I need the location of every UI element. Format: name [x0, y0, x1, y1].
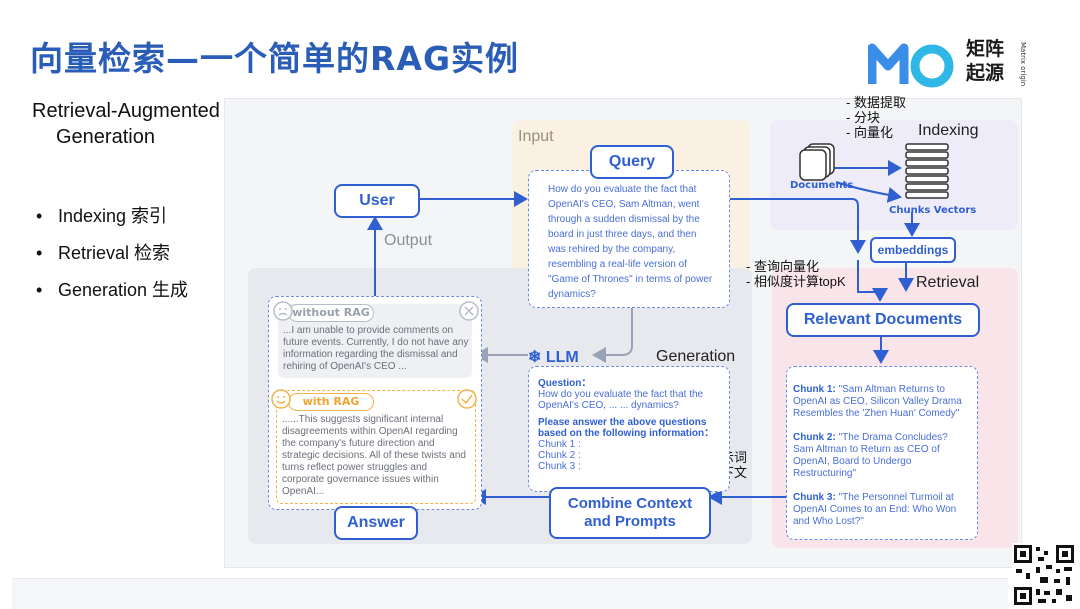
without-rag-badge: without RAG	[288, 304, 374, 322]
smile-face-icon	[271, 389, 291, 409]
user-node: User	[334, 184, 420, 218]
prompt-chunk-slot: Chunk 2 :	[538, 450, 581, 461]
without-rag-text: ...I am unable to provide comments on fu…	[283, 325, 469, 372]
prompt-instruction: Please answer the above questions based …	[538, 417, 715, 439]
qr-code-icon	[1012, 543, 1076, 607]
chunk-item: Chunk 2: "The Drama Concludes? Sam Altma…	[793, 432, 948, 479]
prompt-chunk-slot: Chunk 3 :	[538, 461, 581, 472]
combine-context-node: Combine Context and Prompts	[549, 487, 711, 539]
prompt-text: Question： How do you evaluate the fact t…	[538, 378, 720, 472]
x-circle-icon	[459, 301, 479, 321]
sad-face-icon	[273, 301, 293, 321]
retrieval-notes: - 查询向量化 - 相似度计算topK	[746, 259, 846, 289]
relevant-documents-node: Relevant Documents	[786, 303, 980, 337]
retrieved-chunks-list: Chunk 1: "Sam Altman Returns to OpenAI a…	[793, 384, 971, 540]
prompt-chunk-slot: Chunk 1 :	[538, 439, 581, 450]
check-circle-icon	[457, 389, 477, 409]
answer-node: Answer	[334, 506, 418, 540]
chunks-vectors-label: Chunks Vectors	[889, 205, 977, 216]
snowflake-icon: ❄	[528, 349, 542, 366]
embeddings-node: embeddings	[870, 237, 956, 263]
prompt-question-text: How do you evaluate the fact that the Op…	[538, 389, 704, 411]
query-text: How do you evaluate the fact that OpenAI…	[548, 184, 713, 300]
documents-label: Documents	[790, 180, 854, 191]
chunk-item: Chunk 1: "Sam Altman Returns to OpenAI a…	[793, 384, 962, 419]
llm-node: ❄ LLM	[528, 349, 579, 366]
bottom-bar	[12, 578, 1008, 609]
with-rag-text: ......This suggests significant internal…	[282, 414, 466, 497]
with-rag-badge: with RAG	[288, 393, 374, 411]
prompt-question-label: Question：	[538, 378, 592, 389]
indexing-notes: - 数据提取 - 分块 - 向量化	[846, 95, 906, 140]
vector-stack-icon	[905, 143, 949, 199]
query-node: Query	[590, 145, 674, 179]
documents-icon	[799, 143, 835, 181]
chunk-item: Chunk 3: "The Personnel Turmoil at OpenA…	[793, 492, 957, 527]
